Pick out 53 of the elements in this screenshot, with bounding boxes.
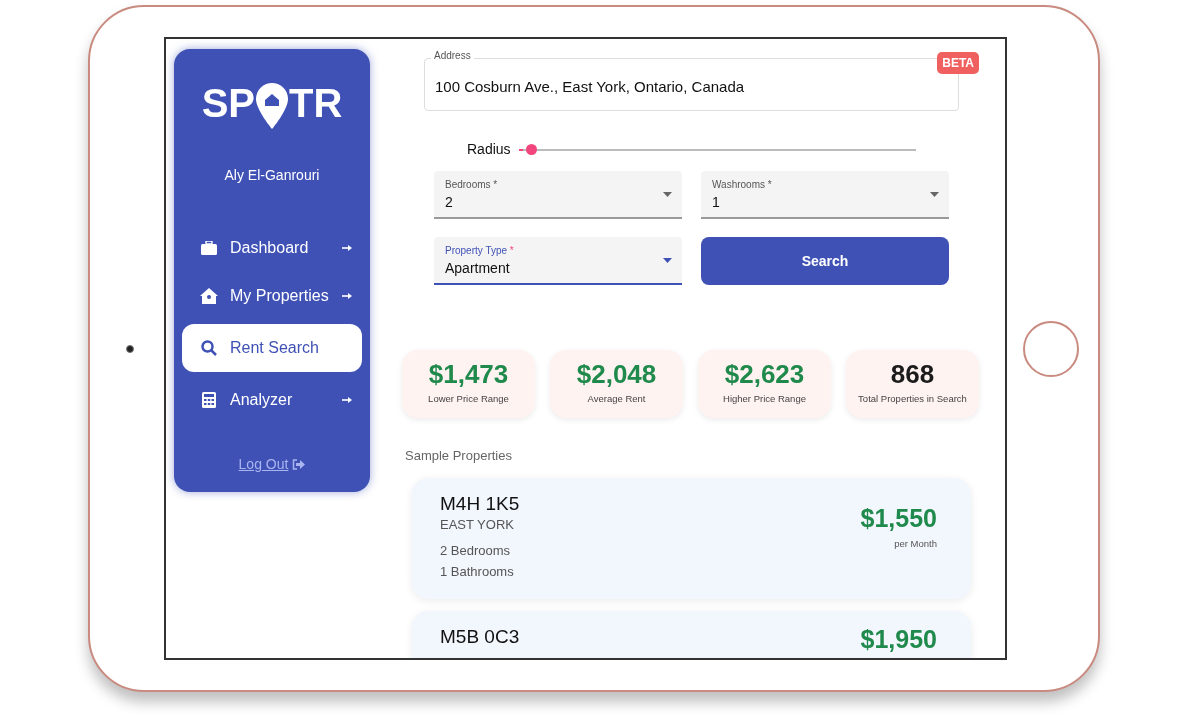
field-label: Washrooms * xyxy=(712,179,773,190)
select-value: 2 xyxy=(445,194,454,209)
price-text: $1,550 xyxy=(860,505,937,531)
stat-label: Average Rent xyxy=(587,392,646,407)
arrow-right-icon xyxy=(342,397,352,403)
dropdown-caret-icon xyxy=(663,191,672,197)
map-pin-icon xyxy=(256,83,288,129)
select-value: 1 xyxy=(712,194,721,209)
field-label: Property Type * xyxy=(445,245,515,256)
stat-value: $1,473 xyxy=(428,361,509,388)
logo-text: SP xyxy=(201,83,255,123)
area-name: EAST YORK xyxy=(440,516,515,535)
search-button[interactable]: Search xyxy=(701,237,949,285)
stat-value: $2,048 xyxy=(576,361,657,388)
stat-label: Lower Price Range xyxy=(428,392,509,407)
dropdown-caret-icon xyxy=(663,257,672,263)
field-label: Bedrooms * xyxy=(445,179,499,190)
house-icon xyxy=(200,288,218,304)
stat-label: Higher Price Range xyxy=(723,392,806,407)
postal-code: M5B 0C3 xyxy=(440,624,520,649)
nav-item[interactable]: My Properties xyxy=(182,276,362,316)
period-text: per Month xyxy=(894,536,937,551)
search-icon xyxy=(201,340,217,356)
address-value: 100 Cosburn Ave., East York, Ontario, Canada xyxy=(435,77,745,98)
nav-item[interactable]: Analyzer xyxy=(182,380,362,420)
bedrooms-text: 2 Bedrooms xyxy=(440,541,512,560)
arrow-right-icon xyxy=(342,293,352,299)
nav-item[interactable]: Rent Search xyxy=(182,324,362,372)
stat-value: $2,623 xyxy=(724,361,805,388)
beta-badge: BETA xyxy=(937,52,979,74)
select-field[interactable]: Bedrooms * 2 xyxy=(434,171,682,219)
bathrooms-text: 1 Bathrooms xyxy=(440,563,515,582)
section-title: Sample Properties xyxy=(405,447,513,465)
radius-slider[interactable] xyxy=(518,143,916,156)
nav-item[interactable]: Dashboard xyxy=(182,228,362,268)
logo-text: TR xyxy=(289,83,343,123)
select-field[interactable]: Washrooms * 1 xyxy=(701,171,949,219)
field-label: Address xyxy=(431,51,474,61)
stat-value: 868 xyxy=(890,361,935,388)
arrow-right-icon xyxy=(342,245,352,251)
postal-code: M4H 1K5 xyxy=(440,491,520,516)
radius-label: Radius xyxy=(467,140,511,159)
home-button[interactable] xyxy=(1023,321,1079,377)
user-name: Aly El-Ganrouri xyxy=(224,166,320,185)
select-value: Apartment xyxy=(445,260,511,275)
select-field[interactable]: Property Type * Apartment xyxy=(434,237,682,285)
briefcase-icon xyxy=(201,241,217,255)
sign-out-icon xyxy=(292,459,306,470)
dropdown-caret-icon xyxy=(930,191,939,197)
price-text: $1,950 xyxy=(860,626,937,652)
calculator-icon xyxy=(202,392,216,408)
stat-label: Total Properties in Search xyxy=(858,392,967,407)
slider-thumb[interactable] xyxy=(526,144,538,155)
